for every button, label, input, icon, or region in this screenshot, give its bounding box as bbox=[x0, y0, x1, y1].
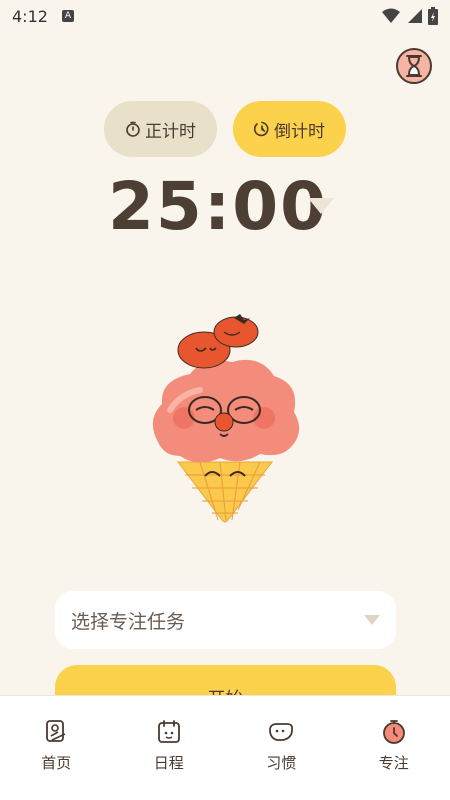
focus-task-placeholder: 选择专注任务 bbox=[71, 610, 186, 633]
countdown-mode-button[interactable]: 倒计时 bbox=[233, 101, 346, 157]
bottom-nav: 首页 日程 习惯 专注 bbox=[0, 695, 450, 800]
calendar-icon bbox=[157, 720, 180, 743]
focus-timer-icon bbox=[382, 720, 405, 744]
stopwatch-icon bbox=[126, 121, 140, 137]
countdown-label: 倒计时 bbox=[274, 121, 325, 142]
timer-mode-toggle: 正计时 倒计时 bbox=[104, 101, 346, 157]
chevron-down-icon bbox=[364, 615, 380, 625]
countup-mode-button[interactable]: 正计时 bbox=[104, 101, 217, 157]
nav-item-schedule[interactable]: 日程 bbox=[113, 696, 226, 800]
nav-item-focus[interactable]: 专注 bbox=[338, 696, 450, 800]
status-bar: 4:12 A bbox=[0, 0, 450, 32]
habit-icon bbox=[269, 723, 294, 741]
battery-icon bbox=[428, 7, 438, 25]
hourglass-icon bbox=[406, 55, 422, 77]
countdown-clock-icon bbox=[254, 121, 269, 137]
timer-display[interactable]: 25:00 bbox=[108, 168, 328, 245]
keyboard-indicator-icon: A bbox=[61, 10, 74, 22]
wifi-icon bbox=[382, 8, 400, 23]
ice-cream-mascot-illustration bbox=[152, 314, 300, 523]
hourglass-button[interactable] bbox=[396, 48, 432, 84]
nav-label-home: 首页 bbox=[41, 754, 72, 772]
home-icon bbox=[46, 720, 66, 742]
focus-task-select[interactable]: 选择专注任务 bbox=[55, 591, 396, 649]
nav-label-schedule: 日程 bbox=[153, 754, 184, 772]
nav-item-home[interactable]: 首页 bbox=[0, 696, 113, 800]
nav-item-habit[interactable]: 习惯 bbox=[225, 696, 338, 800]
nav-label-focus: 专注 bbox=[378, 754, 409, 772]
countup-label: 正计时 bbox=[145, 121, 196, 142]
status-time: 4:12 bbox=[12, 6, 48, 26]
timer-dropdown-caret-icon[interactable] bbox=[308, 198, 334, 214]
status-icons bbox=[382, 7, 438, 25]
nav-label-habit: 习惯 bbox=[266, 754, 297, 772]
signal-icon bbox=[408, 9, 422, 23]
